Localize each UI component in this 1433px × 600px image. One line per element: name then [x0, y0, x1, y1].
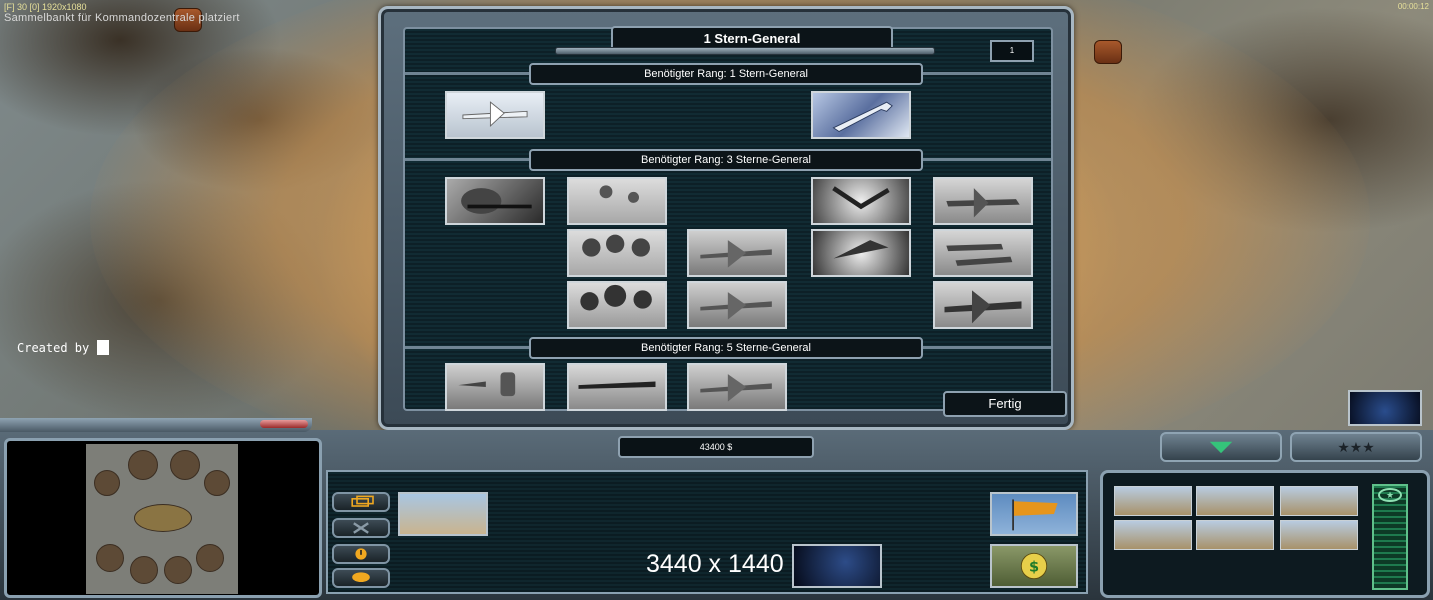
hud-status: [F] 30 [0] 1920x1080 Sammelbankt für Kom… [4, 2, 240, 24]
rank-progress-bar [555, 47, 935, 55]
map-crater [96, 544, 124, 572]
cash-icon[interactable]: $ [990, 544, 1078, 588]
power-meter: ★ [1372, 484, 1408, 590]
general-stars-button[interactable]: ★★★ [1290, 432, 1422, 462]
svg-text:$: $ [1029, 559, 1039, 575]
a10-strike-1-icon[interactable] [687, 229, 787, 277]
map-crater [130, 556, 158, 584]
war-factory-icon[interactable] [1196, 486, 1274, 516]
rank3-header: Benötigter Rang: 3 Sterne-General [405, 149, 1051, 171]
select-all-button[interactable] [332, 492, 390, 512]
map-top-lip [0, 418, 312, 432]
b52-bomber-icon[interactable] [567, 363, 667, 411]
rank5-label: Benötigter Rang: 5 Sterne-General [529, 337, 923, 359]
map-center [134, 504, 192, 532]
paradrop-3-icon[interactable] [567, 281, 667, 329]
svg-text:★★★: ★★★ [1337, 440, 1374, 456]
alert-icon[interactable] [332, 544, 390, 564]
war-factory-icon[interactable] [1280, 520, 1358, 550]
rank3-label: Benötigter Rang: 3 Sterne-General [529, 149, 923, 171]
wrench-icon[interactable] [811, 91, 911, 139]
war-factory-icon[interactable] [1114, 486, 1192, 516]
rank5-header: Benötigter Rang: 5 Sterne-General [405, 337, 1051, 359]
emp-icon[interactable] [811, 177, 911, 225]
spectre-icon[interactable] [811, 229, 911, 277]
created-by-overlay: Created by [17, 340, 110, 355]
general-points-counter: 1 [990, 40, 1034, 62]
sniper-icon[interactable] [445, 177, 545, 225]
map-crater [170, 450, 200, 480]
bomber-icon[interactable] [933, 281, 1033, 329]
map-crater [164, 556, 192, 584]
a10-strike-2-icon[interactable] [687, 281, 787, 329]
promotion-content: 1 Stern-General 1 Benötigter Rang: 1 Ste… [403, 26, 1067, 417]
game-timer: 00:00:12 [1397, 2, 1429, 11]
paradrop-2-icon[interactable] [567, 229, 667, 277]
a10-strike-3-icon[interactable] [687, 363, 787, 411]
fighter-1-icon[interactable] [933, 177, 1033, 225]
map-crater [204, 470, 230, 496]
created-by-label: Created by [17, 340, 90, 355]
war-factory-icon[interactable] [1280, 486, 1358, 516]
map-crater [128, 450, 158, 480]
fighter-2-icon[interactable] [933, 229, 1033, 277]
expand-panel-button[interactable] [1160, 432, 1282, 462]
map-crater [196, 544, 224, 572]
money-counter: 43400 $ [618, 436, 814, 458]
rank1-label: Benötigter Rang: 1 Stern-General [529, 63, 923, 85]
satellite-icon[interactable] [792, 544, 882, 588]
war-factory-icon[interactable] [1196, 520, 1274, 550]
resolution-label: 3440 x 1440 [646, 550, 784, 578]
fps-readout: [F] 30 [0] 1920x1080 [4, 2, 87, 12]
barrel-prop[interactable] [1094, 40, 1122, 64]
usa-emblem-icon: ★ [1378, 488, 1402, 502]
minimap[interactable] [86, 444, 238, 594]
chat-icon[interactable] [332, 568, 390, 588]
options-button[interactable] [260, 420, 308, 428]
war-factory-icon[interactable] [1114, 520, 1192, 550]
dozer-icon[interactable] [398, 492, 488, 536]
tools-button[interactable] [332, 518, 390, 538]
status-message: Sammelbankt für Kommandozentrale platzie… [4, 12, 240, 24]
text-cursor [97, 340, 110, 355]
paradrop-1-icon[interactable] [567, 177, 667, 225]
fuel-air-bomb-icon[interactable] [445, 363, 545, 411]
map-crater [94, 470, 120, 496]
flag-icon[interactable] [990, 492, 1078, 536]
general-promotion-window: 1 Stern-General 1 Benötigter Rang: 1 Ste… [378, 6, 1074, 430]
rank1-header: Benötigter Rang: 1 Stern-General [405, 63, 1051, 85]
done-button[interactable]: Fertig [943, 391, 1067, 417]
drone-icon[interactable] [445, 91, 545, 139]
